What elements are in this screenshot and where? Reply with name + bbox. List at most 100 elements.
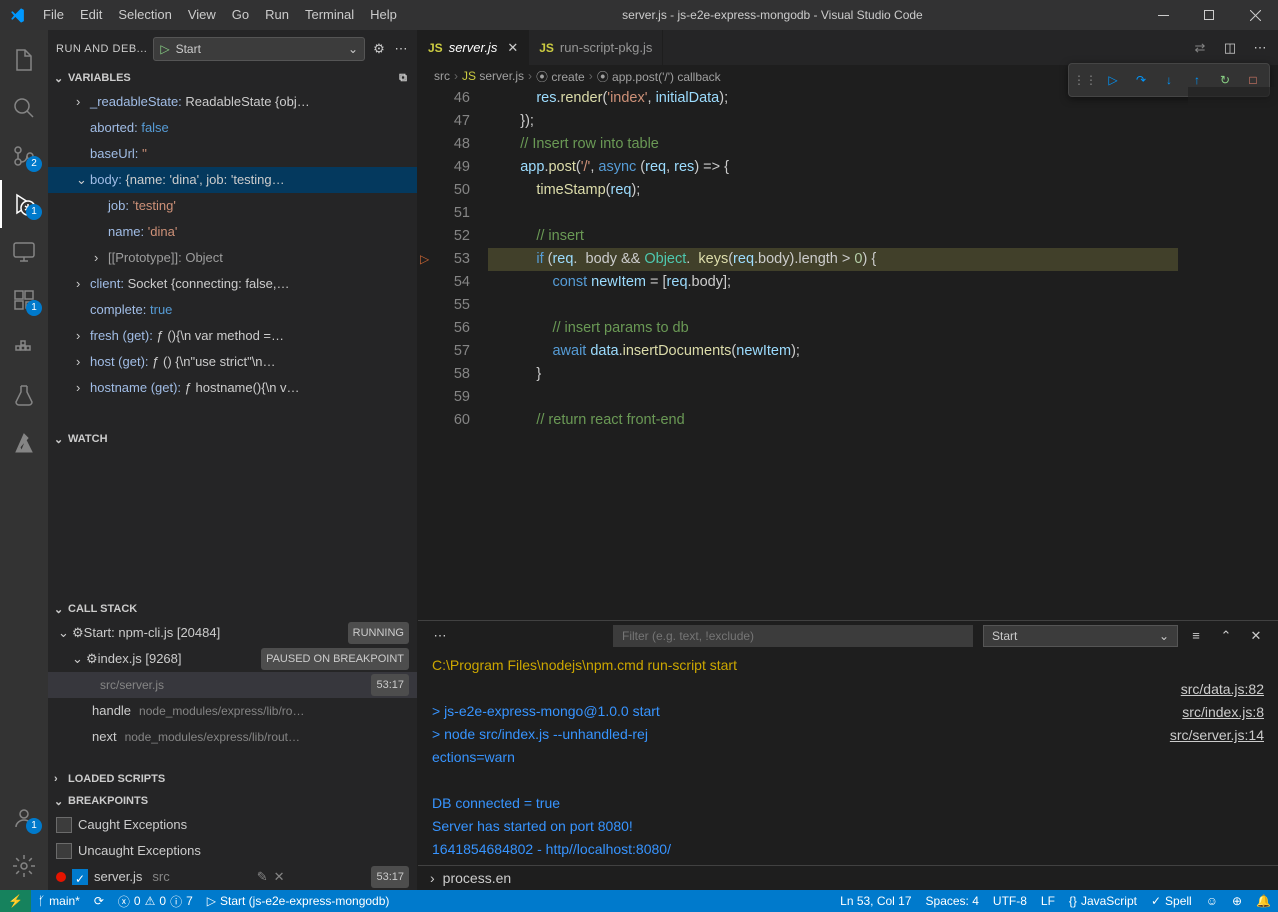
menu-go[interactable]: Go	[224, 0, 257, 30]
breakpoints-header[interactable]: ⌄BREAKPOINTS	[48, 790, 417, 812]
source-control-icon[interactable]: 2	[0, 132, 48, 180]
callstack-process[interactable]: ⌄ ⚙ Start: npm-cli.js [20484]RUNNING	[48, 620, 417, 646]
minimap[interactable]	[1188, 87, 1278, 620]
more-icon[interactable]: ⋯	[1252, 40, 1268, 56]
source-link[interactable]: src/data.js:82	[1170, 678, 1264, 701]
collapse-icon[interactable]: ⧉	[395, 70, 411, 86]
window-title: server.js - js-e2e-express-mongodb - Vis…	[405, 8, 1140, 22]
debug-repl-input[interactable]: › process.en	[418, 865, 1278, 890]
cursor-position[interactable]: Ln 53, Col 17	[833, 894, 918, 908]
config-name: Start	[176, 42, 201, 56]
debug-session-select[interactable]: Start⌄	[983, 625, 1178, 647]
breakpoint-item[interactable]: server.jssrc✎✕53:17	[48, 864, 417, 890]
variable-row[interactable]: ›fresh (get): ƒ (){\n var method =…	[48, 323, 417, 349]
editor-tab[interactable]: JSserver.js✕	[418, 30, 529, 65]
menu-selection[interactable]: Selection	[110, 0, 179, 30]
debug-console-panel: ⋯ Start⌄ ≡ ⌃ ✕ C:\Program Files\nodejs\n…	[418, 620, 1278, 890]
remote-explorer-icon[interactable]	[0, 228, 48, 276]
debug-config-select[interactable]: ▷ Start ⌄	[153, 37, 365, 61]
maximize-button[interactable]	[1186, 0, 1232, 30]
breadcrumb-item[interactable]: src	[434, 69, 450, 83]
close-button[interactable]	[1232, 0, 1278, 30]
close-panel-icon[interactable]: ✕	[1248, 628, 1264, 644]
sync-icon[interactable]: ⟳	[87, 894, 111, 908]
breadcrumb[interactable]: src›JS server.js›⦿ create›⦿ app.post('/'…	[418, 65, 1278, 87]
callstack-header[interactable]: ⌄CALL STACK	[48, 598, 417, 620]
close-tab-icon[interactable]: ✕	[507, 40, 518, 56]
encoding[interactable]: UTF-8	[986, 894, 1034, 908]
debug-filter-input[interactable]	[613, 625, 973, 647]
variable-row[interactable]: job: 'testing'	[48, 193, 417, 219]
testing-icon[interactable]	[0, 372, 48, 420]
menu-help[interactable]: Help	[362, 0, 405, 30]
callstack-frame[interactable]: nextnode_modules/express/lib/rout…	[48, 724, 417, 750]
loaded-scripts-header[interactable]: ›LOADED SCRIPTS	[48, 768, 417, 790]
variable-row[interactable]: ›host (get): ƒ () {\n"use strict"\n…	[48, 349, 417, 375]
problems-status[interactable]: ⓧ 0 ⚠ 0 ⓘ 7	[111, 893, 200, 910]
language-mode[interactable]: {} JavaScript	[1062, 894, 1144, 908]
eol[interactable]: LF	[1034, 894, 1062, 908]
chevron-right-icon: ›	[430, 870, 435, 886]
variable-row[interactable]: complete: true	[48, 297, 417, 323]
variable-row[interactable]: ›client: Socket {connecting: false,…	[48, 271, 417, 297]
debug-status[interactable]: ▷ Start (js-e2e-express-mongodb)	[200, 894, 397, 908]
editor-area: JSserver.js✕JSrun-script-pkg.js ⇄ ◫ ⋯ sr…	[418, 30, 1278, 890]
debug-badge: 1	[26, 204, 42, 220]
accounts-icon[interactable]: 1	[0, 794, 48, 842]
breadcrumb-item[interactable]: ⦿ create	[536, 68, 585, 85]
notifications-icon[interactable]: 🔔	[1249, 894, 1278, 908]
caught-exceptions[interactable]: Caught Exceptions	[48, 812, 417, 838]
status-bar: ⚡ ᚶ main* ⟳ ⓧ 0 ⚠ 0 ⓘ 7 ▷ Start (js-e2e-…	[0, 890, 1278, 912]
copilot-icon[interactable]: ☺	[1199, 894, 1225, 908]
variable-row[interactable]: ›_readableState: ReadableState {obj…	[48, 89, 417, 115]
variable-row[interactable]: ⌄body: {name: 'dina', job: 'testing…	[48, 167, 417, 193]
menubar: FileEditSelectionViewGoRunTerminalHelp	[35, 0, 405, 30]
gear-icon[interactable]: ⚙	[371, 41, 387, 57]
search-icon[interactable]	[0, 84, 48, 132]
explorer-icon[interactable]	[0, 36, 48, 84]
callstack-frame[interactable]: src/server.js53:17	[48, 672, 417, 698]
menu-terminal[interactable]: Terminal	[297, 0, 362, 30]
variable-row[interactable]: ›hostname (get): ƒ hostname(){\n v…	[48, 375, 417, 401]
uncaught-exceptions[interactable]: Uncaught Exceptions	[48, 838, 417, 864]
editor-tabs: JSserver.js✕JSrun-script-pkg.js ⇄ ◫ ⋯	[418, 30, 1278, 65]
feedback-icon[interactable]: ⊕	[1225, 894, 1249, 908]
variable-row[interactable]: name: 'dina'	[48, 219, 417, 245]
activity-bar: 2 1 1 1	[0, 30, 48, 890]
editor-tab[interactable]: JSrun-script-pkg.js	[529, 30, 663, 65]
spell-check[interactable]: ✓ Spell	[1144, 894, 1199, 908]
breadcrumb-item[interactable]: JS server.js	[462, 69, 524, 83]
variables-header[interactable]: ⌄VARIABLES ⧉	[48, 67, 417, 89]
panel-more-icon[interactable]: ⋯	[432, 628, 448, 644]
debug-icon[interactable]: 1	[0, 180, 48, 228]
split-icon[interactable]: ◫	[1222, 40, 1238, 56]
callstack-frame[interactable]: handlenode_modules/express/lib/ro…	[48, 698, 417, 724]
acc-badge: 1	[26, 818, 42, 834]
menu-edit[interactable]: Edit	[72, 0, 110, 30]
azure-icon[interactable]	[0, 420, 48, 468]
variable-row[interactable]: ›[[Prototype]]: Object	[48, 245, 417, 271]
docker-icon[interactable]	[0, 324, 48, 372]
source-link[interactable]: src/server.js:14	[1170, 724, 1264, 747]
more-icon[interactable]: ⋯	[393, 41, 409, 57]
variable-row[interactable]: baseUrl: ''	[48, 141, 417, 167]
menu-run[interactable]: Run	[257, 0, 297, 30]
breadcrumb-item[interactable]: ⦿ app.post('/') callback	[597, 68, 721, 85]
menu-view[interactable]: View	[180, 0, 224, 30]
code-editor[interactable]: 46474849505152▷5354555657585960 res.rend…	[418, 87, 1278, 620]
indentation[interactable]: Spaces: 4	[919, 894, 986, 908]
menu-file[interactable]: File	[35, 0, 72, 30]
word-wrap-icon[interactable]: ≡	[1188, 628, 1204, 644]
source-link[interactable]: src/index.js:8	[1170, 701, 1264, 724]
git-branch[interactable]: ᚶ main*	[31, 894, 87, 908]
remote-indicator[interactable]: ⚡	[0, 890, 31, 912]
extensions-icon[interactable]: 1	[0, 276, 48, 324]
minimize-button[interactable]	[1140, 0, 1186, 30]
collapse-panel-icon[interactable]: ⌃	[1218, 628, 1234, 644]
compare-icon[interactable]: ⇄	[1192, 40, 1208, 56]
play-icon: ▷	[160, 42, 169, 56]
callstack-thread[interactable]: ⌄ ⚙ index.js [9268]PAUSED ON BREAKPOINT	[48, 646, 417, 672]
variable-row[interactable]: aborted: false	[48, 115, 417, 141]
watch-header[interactable]: ⌄WATCH	[48, 428, 417, 450]
settings-icon[interactable]	[0, 842, 48, 890]
